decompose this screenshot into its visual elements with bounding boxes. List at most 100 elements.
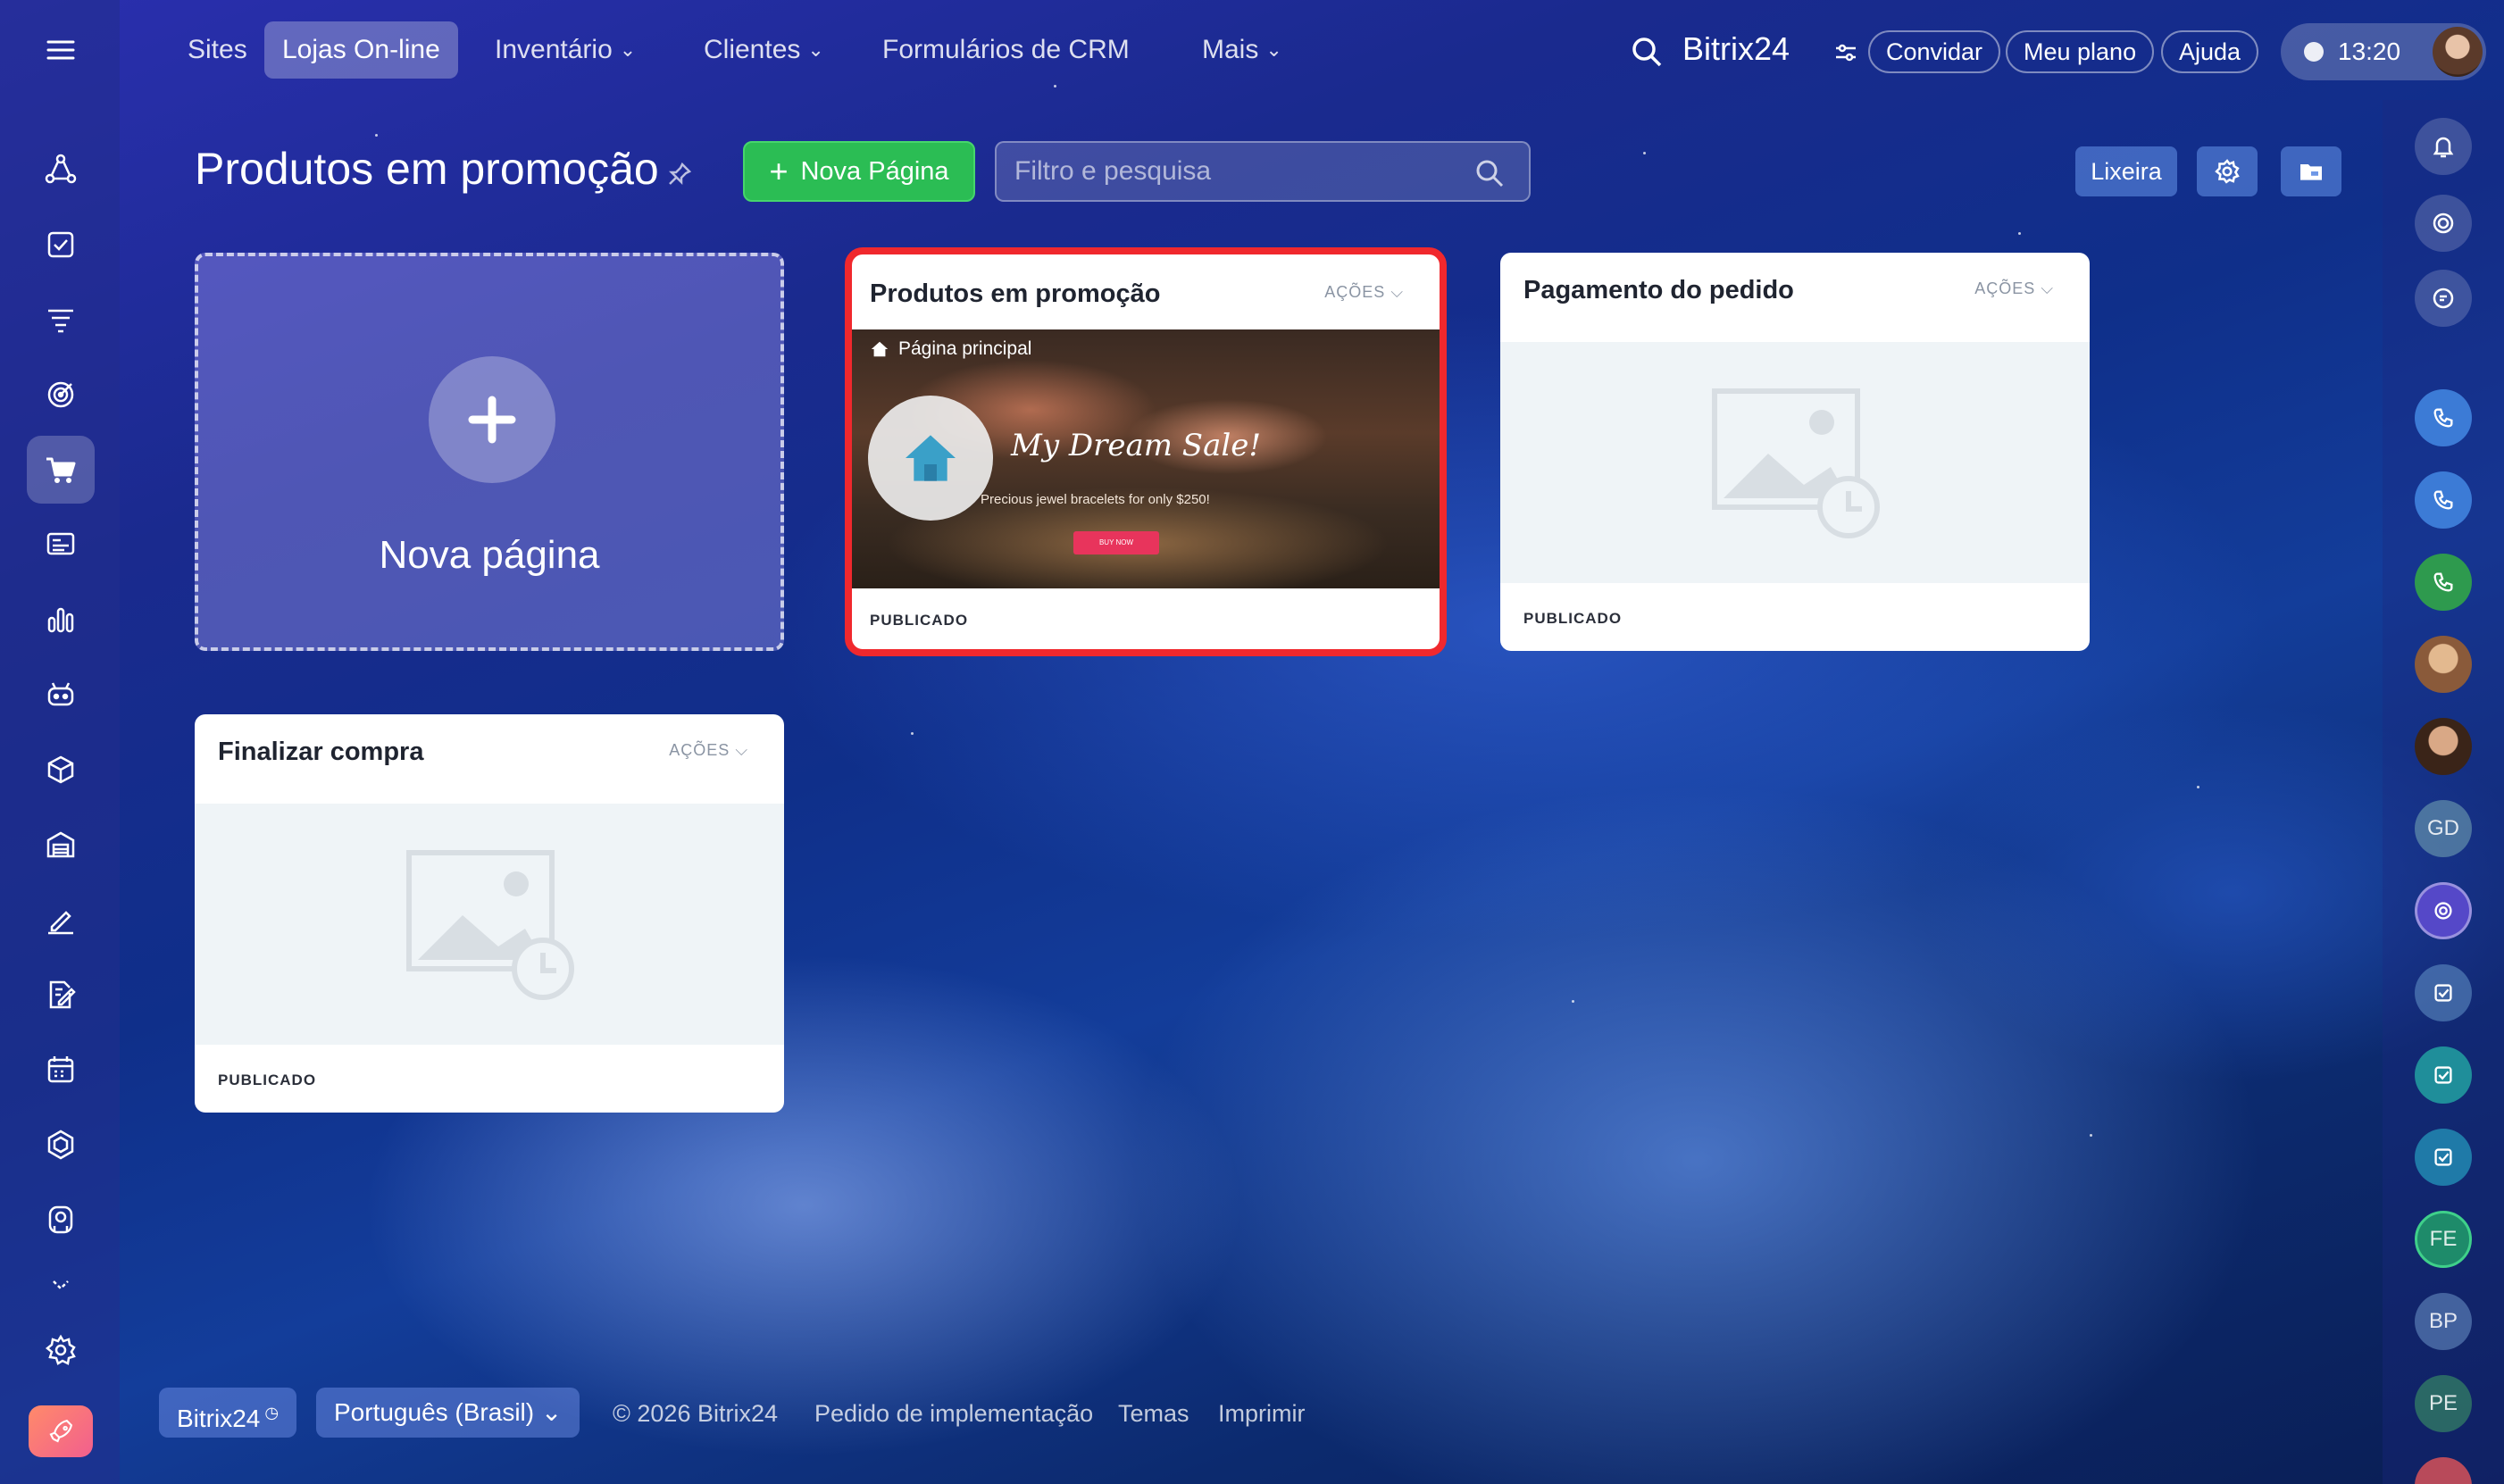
settings-gear-icon[interactable] [27,1316,95,1384]
help-button[interactable]: Ajuda [2161,30,2259,73]
search-icon[interactable] [1473,157,1506,189]
page-card-produtos-em-promocao[interactable]: Produtos em promoção AÇÕES ⌵ Página prin… [845,247,1447,656]
new-page-button[interactable]: + Nova Página [743,141,975,202]
home-page-tag: Página principal [870,338,1031,360]
calendar-icon[interactable] [27,1036,95,1104]
support-icon[interactable] [27,1186,95,1254]
contact-avatar[interactable] [2415,636,2472,693]
contact-center-icon[interactable] [27,511,95,579]
card-actions-dropdown[interactable]: AÇÕES ⌵ [669,741,748,760]
nav-clientes[interactable]: Clientes ⌄ [686,21,842,79]
footer-copyright: © 2026 Bitrix24 [613,1400,778,1427]
copilot-chat-icon[interactable] [2415,882,2472,939]
chevron-down-icon: ⌵ [2041,279,2054,297]
footer-link-themes[interactable]: Temas [1118,1400,1189,1428]
folder-button[interactable] [2281,146,2341,196]
rocket-icon[interactable] [29,1405,93,1457]
preview-buy-button: BUY NOW [1073,531,1159,554]
document-edit-icon[interactable] [27,961,95,1029]
phone-icon[interactable] [2415,471,2472,529]
card-title: Finalizar compra [218,738,424,766]
page-card-finalizar-compra[interactable]: Finalizar compra AÇÕES ⌵ PUBLICADO [195,714,784,1113]
tasks-icon[interactable] [27,211,95,279]
home-icon [868,396,993,521]
chevron-down-icon: ⌄ [807,38,824,61]
my-plan-button[interactable]: Meu plano [2006,30,2155,73]
language-selector[interactable]: Português (Brasil) ⌄ [316,1388,580,1438]
crm-flow-icon[interactable] [27,136,95,204]
home-icon [871,341,889,357]
card-actions-dropdown[interactable]: AÇÕES ⌵ [1324,283,1404,302]
phone-icon[interactable] [2415,389,2472,446]
contact-initials[interactable]: GD [2415,800,2472,857]
clock-icon [2304,42,2324,62]
contact-initials[interactable]: FE [2415,1211,2472,1268]
card-status: PUBLICADO [218,1071,317,1088]
sliders-icon[interactable] [1832,39,1859,66]
expand-chevron-icon[interactable] [27,1263,95,1307]
chat-search-icon[interactable] [2415,270,2472,327]
search-icon[interactable] [1629,34,1665,70]
chevron-down-icon: ⌄ [1265,38,1282,61]
nav-inventario[interactable]: Inventário ⌄ [477,21,654,79]
footer-brand-chip[interactable]: Bitrix24 ◷ [159,1388,297,1438]
settings-button[interactable] [2197,146,2258,196]
trash-button[interactable]: Lixeira [2075,146,2177,196]
sign-icon[interactable] [27,886,95,954]
funnel-icon[interactable] [27,286,95,354]
new-page-card[interactable]: Nova página [195,253,784,651]
nav-sites[interactable]: Sites [170,21,265,79]
card-status: PUBLICADO [870,612,969,629]
page-preview-thumbnail[interactable]: Página principal My Dream Sale! Precious… [852,329,1440,588]
filter-search-input[interactable] [1014,154,1443,189]
contact-avatar[interactable] [2415,718,2472,775]
new-page-label: Nova página [379,533,600,577]
chevron-down-icon: ⌄ [540,1398,563,1426]
page-preview-thumbnail[interactable] [1500,342,2090,583]
target-icon[interactable] [27,361,95,429]
footer-link-implementation[interactable]: Pedido de implementação [814,1400,1093,1428]
pin-icon[interactable] [666,161,693,188]
chevron-down-icon: ⌵ [735,741,748,759]
preview-subline: Precious jewel bracelets for only $250! [981,492,1210,507]
copilot-icon[interactable] [27,661,95,729]
footer-link-print[interactable]: Imprimir [1218,1400,1305,1428]
page-preview-thumbnail[interactable] [195,804,784,1045]
nav-mais[interactable]: Mais ⌄ [1184,21,1300,79]
work-time-widget[interactable]: 13:20 [2281,23,2486,80]
preview-headline: My Dream Sale! [1011,428,1262,463]
copilot-circle-icon[interactable] [2415,195,2472,252]
card-status: PUBLICADO [1523,610,1623,627]
clock-icon: ◷ [260,1404,280,1421]
cart-icon[interactable] [27,436,95,504]
card-actions-dropdown[interactable]: AÇÕES ⌵ [1974,279,2054,298]
current-time: 13:20 [2338,38,2401,65]
image-placeholder-icon [406,850,574,1000]
top-navigation-bar: Sites Lojas On-line Inventário ⌄ Clientes… [120,0,2504,100]
card-title: Produtos em promoção [870,279,1161,308]
phone-green-icon[interactable] [2415,554,2472,611]
filter-search-box[interactable] [995,141,1531,202]
card-title: Pagamento do pedido [1523,276,1794,304]
contact-initials[interactable]: BP [2415,1293,2472,1350]
warehouse-icon[interactable] [27,811,95,879]
nav-lojas-online[interactable]: Lojas On-line [264,21,458,79]
contact-avatar[interactable] [2415,1457,2472,1484]
nav-formularios-crm[interactable]: Formulários de CRM [864,21,1148,79]
folder-icon [2300,164,2322,180]
box-icon[interactable] [27,736,95,804]
task-check-icon[interactable] [2415,1046,2472,1104]
bell-icon[interactable] [2415,118,2472,175]
task-check-icon[interactable] [2415,964,2472,1021]
contact-initials[interactable]: PE [2415,1375,2472,1432]
hexagon-icon[interactable] [27,1111,95,1179]
invite-button[interactable]: Convidar [1868,30,2001,73]
page-card-pagamento-do-pedido[interactable]: Pagamento do pedido AÇÕES ⌵ PUBLICADO [1500,253,2090,651]
menu-icon[interactable] [27,16,95,84]
plus-icon [429,356,555,483]
user-avatar[interactable] [2433,27,2483,77]
brand-logo: Bitrix24 [1682,30,1790,67]
right-sidebar: GD FE BP PE [2383,100,2504,1484]
task-check-icon[interactable] [2415,1129,2472,1186]
analytics-icon[interactable] [27,586,95,654]
